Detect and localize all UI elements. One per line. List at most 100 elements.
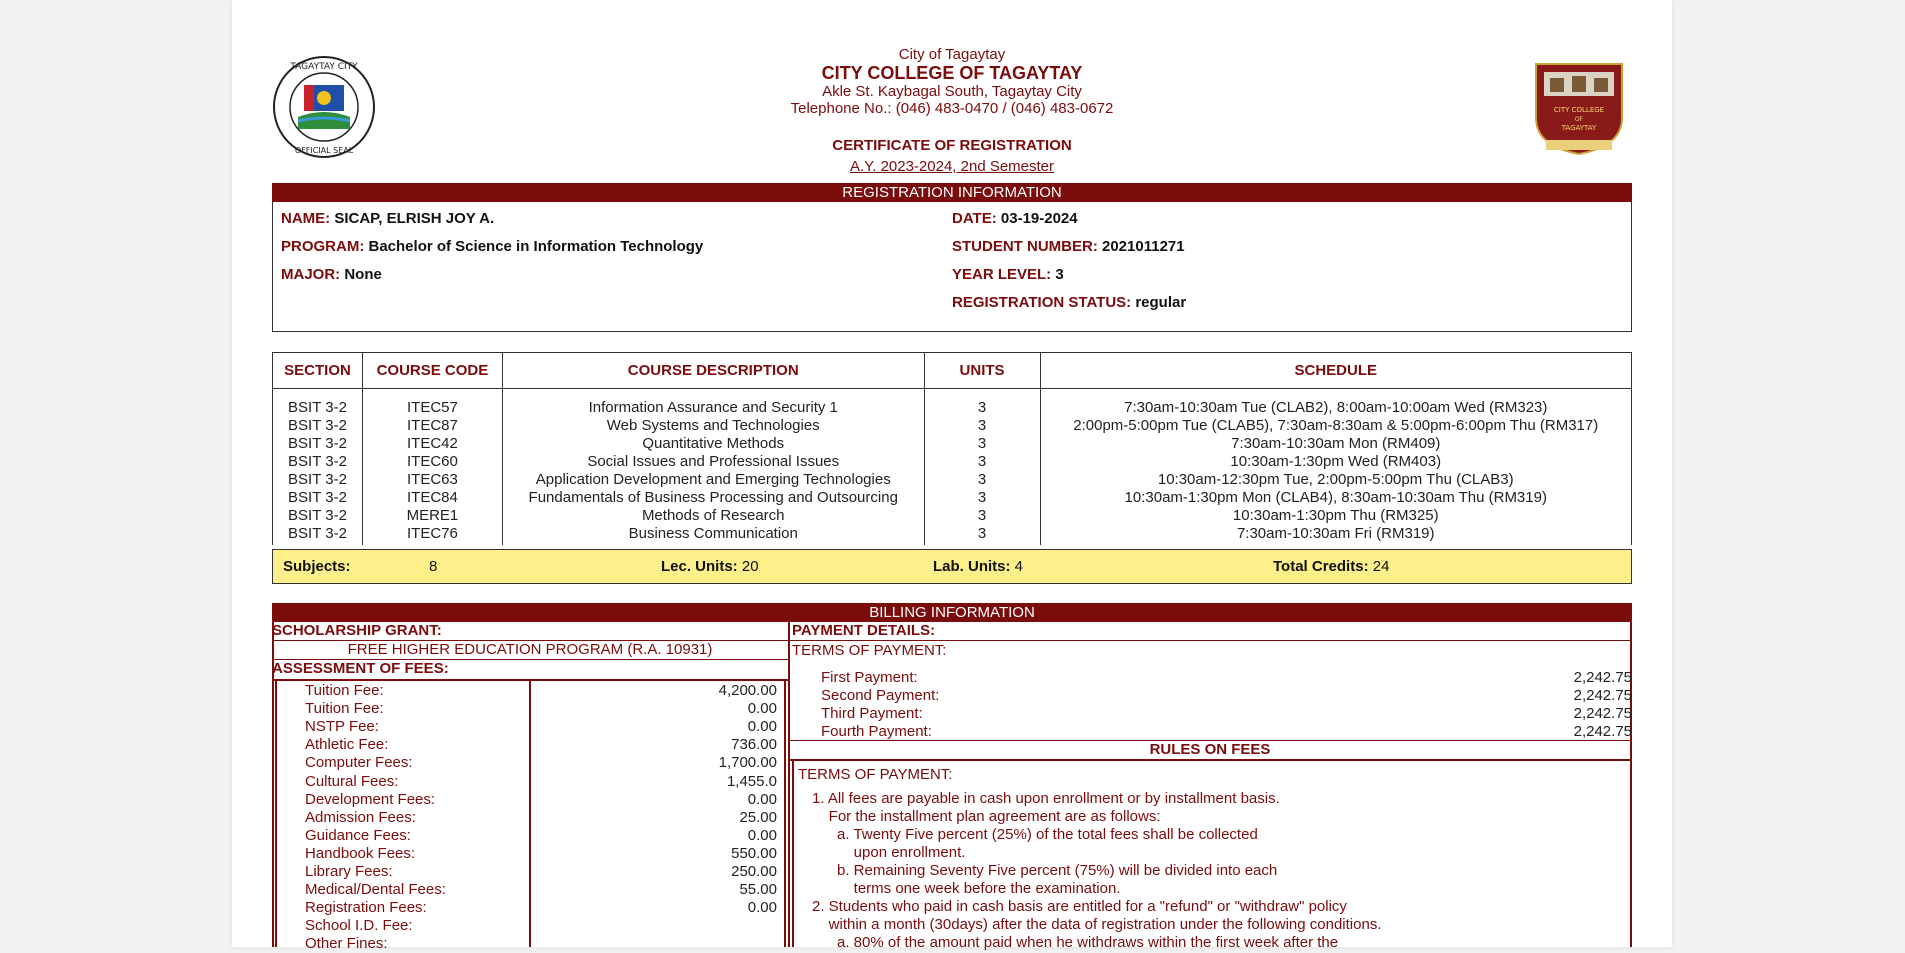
fee-label: Registration Fees:	[305, 899, 427, 917]
scholarship-value: FREE HIGHER EDUCATION PROGRAM (R.A. 1093…	[347, 641, 713, 658]
college-address: Akle St. Kaybagal South, Tagaytay City	[822, 83, 1082, 100]
fee-label: Athletic Fee:	[305, 736, 389, 754]
course-description-6: Fundamentals of Business Processing and …	[528, 489, 898, 506]
fee-row: Medical/Dental Fees: 55.00	[232, 881, 777, 899]
fee-label: Library Fees:	[305, 863, 393, 880]
fee-value: 4,200.00	[718, 682, 777, 699]
course-code-8: ITEC76	[407, 525, 458, 542]
fee-row: Computer Fees: 1,700.00	[232, 754, 777, 772]
fee-value: 0.00	[747, 899, 777, 917]
course-schedule-7: 10:30am-1:30pm Thu (RM325)	[1232, 507, 1439, 524]
fee-row: Library Fees: 250.00	[232, 863, 777, 881]
course-section-2: BSIT 3-2	[288, 417, 347, 434]
rule-line-text: a. 80% of the amount paid when he withdr…	[812, 934, 1339, 951]
schedule-cells: 7:30am-10:30am Tue (CLAB2), 8:00am-10:00…	[1039, 388, 1632, 545]
subjects-summary: Subjects:	[283, 558, 351, 575]
fee-row: Registration Fees: 0.00	[232, 899, 777, 917]
fee-value: 0.00	[747, 790, 777, 808]
courses-body: BSIT 3-2 BSIT 3-2 BSIT 3-2 BSIT 3-2 BSIT 3-2…	[272, 388, 1632, 545]
fee-value: 736.00	[731, 736, 777, 754]
course-units-8: 3	[977, 525, 987, 542]
payment-value: 2,242.75	[1573, 705, 1632, 722]
course-units-6: 3	[977, 489, 987, 506]
course-schedule-2: 2:00pm-5:00pm Tue (CLAB5), 7:30am-8:30am…	[1073, 417, 1599, 434]
course-code-2: ITEC87	[407, 417, 458, 434]
course-description-7: Methods of Research	[641, 507, 785, 524]
fee-label: NSTP Fee:	[305, 718, 379, 736]
rule-line-text: within a month (30days) after the data o…	[812, 916, 1382, 933]
lab-units-summary: Lab. Units: 4	[933, 558, 1024, 575]
payment-value: 2,242.75	[1573, 687, 1632, 704]
payment-value: 2,242.75	[1573, 723, 1632, 740]
rule-line-text: upon enrollment.	[812, 844, 966, 861]
fee-label: Tuition Fee:	[305, 682, 384, 699]
courses-header-row: SECTION COURSE CODE COURSE DESCRIPTION U…	[272, 352, 1632, 389]
scholarship-label: SCHOLARSHIP GRANT:	[272, 622, 442, 639]
courses-table: SECTION COURSE CODE COURSE DESCRIPTION U…	[272, 352, 1632, 545]
document-title: CERTIFICATE OF REGISTRATION	[832, 137, 1072, 154]
fee-row: NSTP Fee: 0.00	[232, 718, 777, 736]
course-section-7: BSIT 3-2	[288, 507, 347, 524]
fee-row: Guidance Fees: 0.00	[232, 827, 777, 845]
fee-value: 0.00	[747, 700, 777, 718]
course-schedule-8: 7:30am-10:30am Fri (RM319)	[1236, 525, 1435, 542]
registration-certificate: TAGAYTAY CITY OFFICIAL SEAL CITY COLLEGE…	[232, 0, 1672, 952]
fee-value: 0.00	[747, 718, 777, 736]
fee-row: Cultural Fees: 1,455.0	[232, 773, 777, 791]
student-number-field: STUDENT NUMBER: 2021011271	[952, 238, 1185, 255]
fee-label: School I.D. Fee:	[305, 917, 413, 935]
fee-value: 550.00	[731, 844, 777, 862]
fee-label: Cultural Fees:	[305, 772, 399, 790]
course-units-5: 3	[977, 471, 987, 488]
year-level-field: YEAR LEVEL: 3	[952, 266, 1064, 283]
registration-info-bar: REGISTRATION INFORMATION	[272, 183, 1632, 202]
rule-line-text: For the installment plan agreement are a…	[812, 808, 1161, 825]
fee-row: Tuition Fee: 0.00	[232, 700, 777, 718]
total-credits-summary: Total Credits: 24	[1273, 558, 1390, 575]
fee-row: School I.D. Fee:	[232, 917, 777, 935]
course-description-5: Application Development and Emerging Tec…	[535, 471, 891, 488]
registration-info-box: NAME: SICAP, ELRISH JOY A. PROGRAM: Bach…	[272, 202, 1632, 332]
course-section-1: BSIT 3-2	[288, 399, 347, 416]
fee-label: Computer Fees:	[305, 754, 413, 772]
col-schedule: SCHEDULE	[1039, 352, 1632, 389]
svg-text:OF: OF	[1575, 116, 1584, 123]
rule-line-text: 2. Students who paid in cash basis are e…	[812, 898, 1347, 915]
course-units-1: 3	[977, 399, 987, 416]
program-field: PROGRAM: Bachelor of Science in Informat…	[281, 238, 704, 255]
fee-row: Handbook Fees: 550.00	[232, 845, 777, 863]
city-name: City of Tagaytay	[898, 46, 1006, 63]
registration-status-field: REGISTRATION STATUS: regular	[952, 294, 1187, 311]
fee-label: Guidance Fees:	[305, 826, 411, 844]
fee-label: Tuition Fee:	[305, 700, 384, 718]
lec-units-summary: Lec. Units: 20	[661, 558, 759, 575]
course-code-7: MERE1	[406, 507, 459, 524]
fee-value: 25.00	[739, 808, 777, 826]
fee-value: 0.00	[747, 826, 777, 844]
payment-label: Second Payment:	[821, 687, 940, 704]
col-units: UNITS	[923, 352, 1041, 389]
rule-line-text: a. Twenty Five percent (25%) of the tota…	[812, 826, 1258, 843]
major-field: MAJOR: None	[281, 266, 382, 283]
fee-label: Medical/Dental Fees:	[305, 881, 446, 899]
course-schedule-6: 10:30am-1:30pm Mon (CLAB4), 8:30am-10:30…	[1124, 489, 1547, 506]
payment-label: First Payment:	[821, 669, 918, 686]
course-section-8: BSIT 3-2	[288, 525, 347, 542]
college-telephone: Telephone No.: (046) 483-0470 / (046) 48…	[790, 100, 1114, 117]
payment-details-label: PAYMENT DETAILS:	[792, 622, 936, 639]
subjects-count: 8	[429, 558, 438, 575]
rules-terms-label: TERMS OF PAYMENT:	[798, 766, 953, 783]
course-code-5: ITEC63	[407, 471, 458, 488]
fee-row: Other Fines:	[232, 935, 777, 953]
course-code-3: ITEC42	[407, 435, 458, 452]
course-description-1: Information Assurance and Security 1	[588, 399, 838, 416]
course-units-2: 3	[977, 417, 987, 434]
payment-value: 2,242.75	[1573, 669, 1632, 686]
fee-value: 250.00	[731, 863, 777, 880]
course-schedule-4: 10:30am-1:30pm Wed (RM403)	[1230, 453, 1442, 470]
course-schedule-3: 7:30am-10:30am Mon (RM409)	[1231, 435, 1441, 452]
payment-label: Fourth Payment:	[821, 723, 932, 740]
rule-line-text: b. Remaining Seventy Five percent (75%) …	[812, 862, 1278, 879]
date-field: DATE: 03-19-2024	[952, 210, 1078, 227]
course-schedule-5: 10:30am-12:30pm Tue, 2:00pm-5:00pm Thu (…	[1157, 471, 1514, 488]
